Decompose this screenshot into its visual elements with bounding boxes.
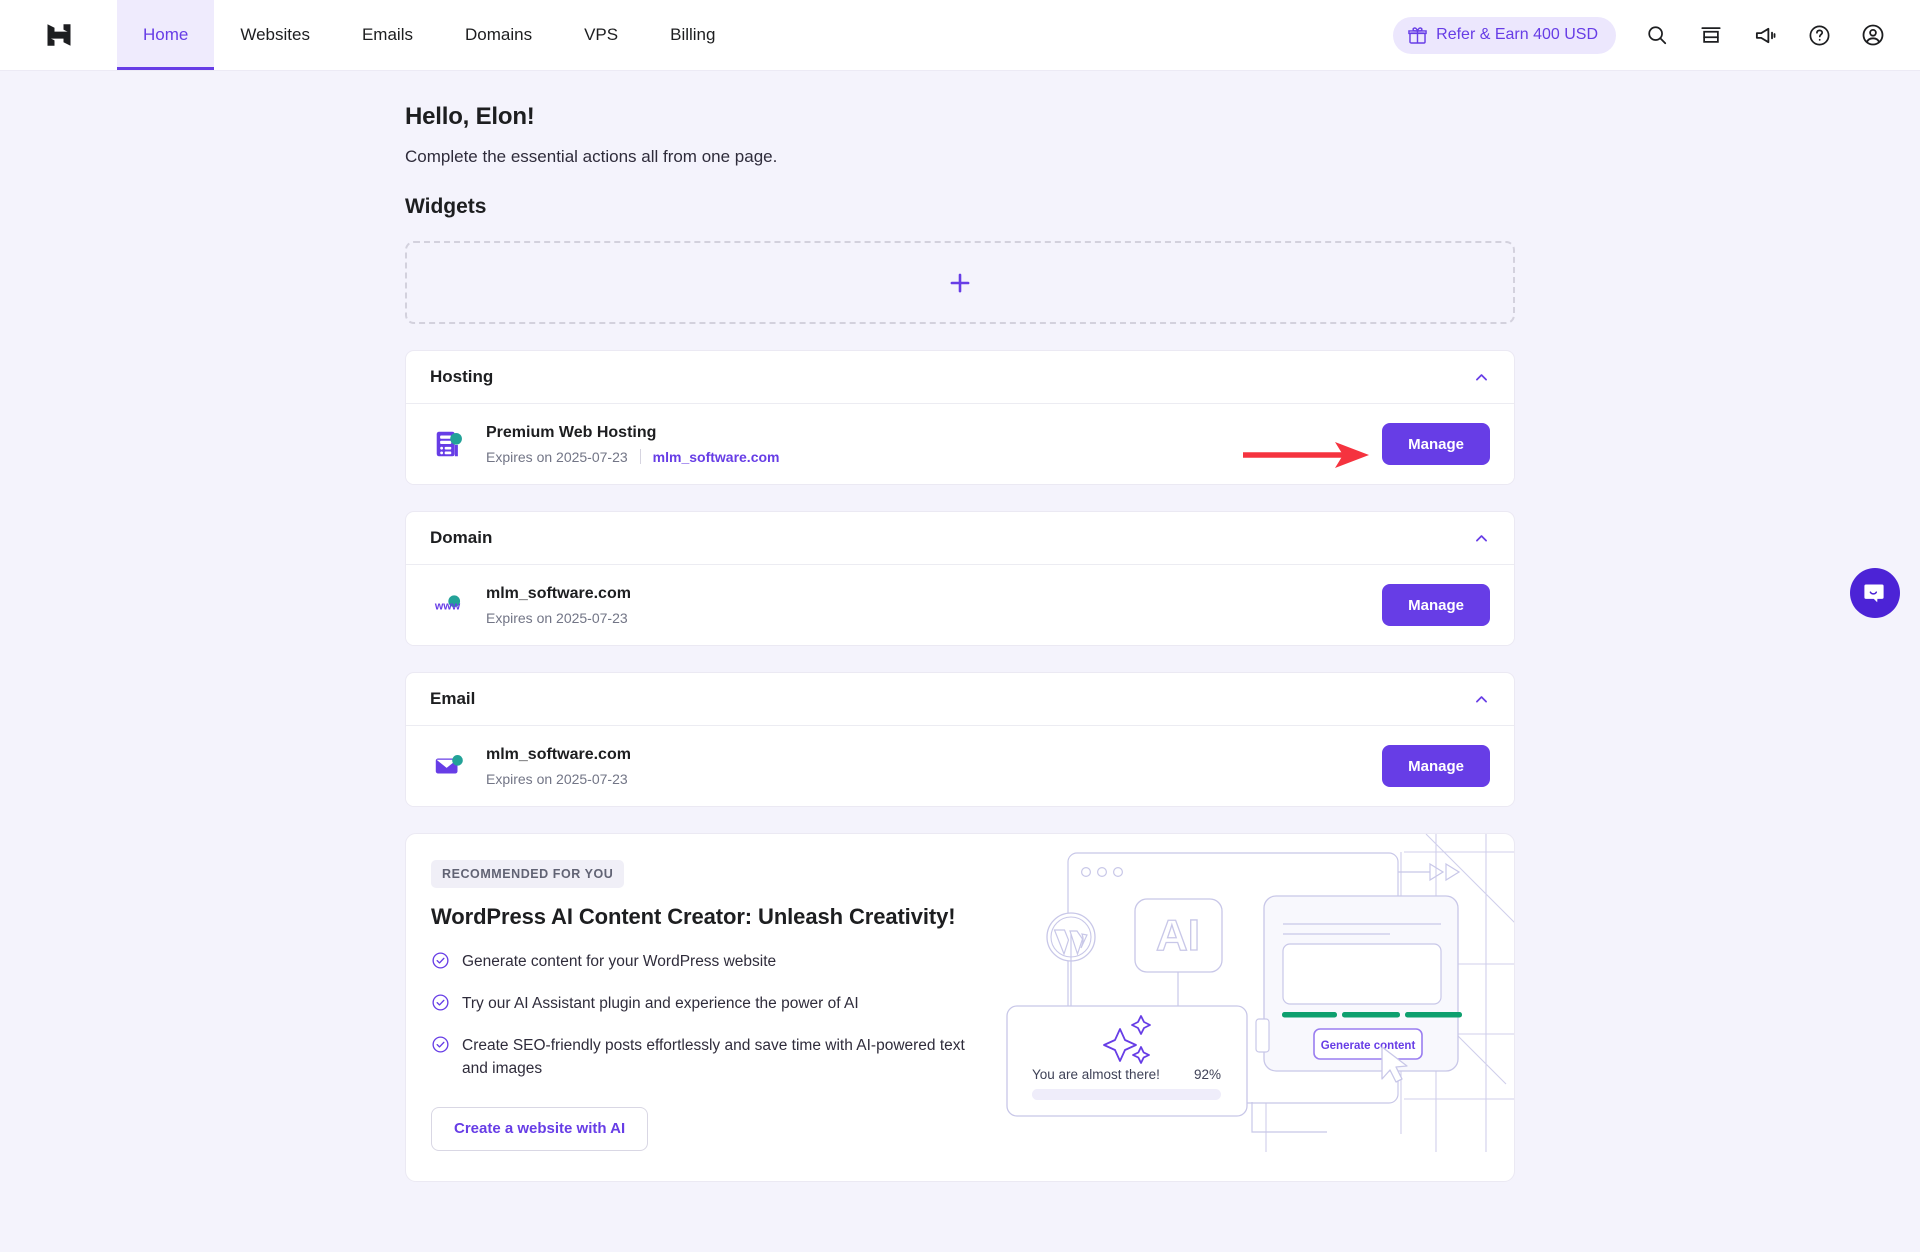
hosting-section-header[interactable]: Hosting — [406, 351, 1514, 404]
progress-percent: 92% — [1194, 1067, 1221, 1082]
hosting-row-text: Premium Web Hosting Expires on 2025-07-2… — [486, 424, 779, 465]
megaphone-icon[interactable] — [1742, 12, 1788, 58]
email-domain-name: mlm_software.com — [486, 745, 631, 763]
email-row-text: mlm_software.com Expires on 2025-07-23 — [486, 746, 631, 787]
domain-row: www mlm_software.com Expires on 2025-07-… — [406, 565, 1514, 645]
expiry-date: Expires on 2025-07-23 — [486, 448, 628, 465]
nav-item-domains[interactable]: Domains — [439, 0, 558, 70]
chevron-up-icon[interactable] — [1473, 691, 1490, 708]
refer-label: Refer & Earn 400 USD — [1436, 26, 1598, 43]
domain-section-card: Domain www mlm_software.com Expires on 2… — [405, 511, 1515, 646]
store-icon[interactable] — [1688, 12, 1734, 58]
email-section-card: Email mlm_software.com Expires on 2025-0… — [405, 672, 1515, 807]
domain-section-header[interactable]: Domain — [406, 512, 1514, 565]
ai-illustration-svg: AI You are almost there! 92% Generate co… — [1006, 834, 1514, 1152]
widgets-heading: Widgets — [405, 195, 487, 218]
list-item: Generate content for your WordPress webs… — [431, 950, 1006, 975]
envelope-icon — [430, 747, 468, 785]
chevron-up-icon[interactable] — [1473, 369, 1490, 386]
hostinger-logo[interactable] — [0, 0, 117, 70]
www-icon: www — [430, 586, 468, 624]
main-nav: Home Websites Emails Domains VPS Billing — [117, 0, 741, 70]
ai-illustration: AI You are almost there! 92% Generate co… — [1006, 834, 1514, 1181]
separator — [639, 449, 641, 464]
nav-label: Home — [143, 25, 189, 44]
email-section-header[interactable]: Email — [406, 673, 1514, 726]
create-website-with-ai-button[interactable]: Create a website with AI — [431, 1106, 649, 1151]
list-item: Create SEO-friendly posts effortlessly a… — [431, 1034, 1006, 1081]
manage-domain-button[interactable]: Manage — [1382, 584, 1490, 626]
domain-row-text: mlm_software.com Expires on 2025-07-23 — [486, 585, 631, 626]
nav-label: Websites — [240, 25, 310, 44]
section-title: Domain — [430, 528, 493, 547]
page-body: Hello, Elon! Complete the essential acti… — [0, 71, 1920, 1182]
intercom-chat-launcher[interactable] — [1850, 568, 1900, 618]
domain-name: mlm_software.com — [486, 584, 631, 602]
hostinger-h-icon — [47, 24, 70, 46]
section-title: Hosting — [430, 367, 494, 386]
svg-text:www: www — [434, 601, 461, 613]
refer-and-earn-button[interactable]: Refer & Earn 400 USD — [1393, 16, 1616, 54]
hosting-section-card: Hosting Premium Web Hosting Expires on 2… — [405, 350, 1515, 485]
email-meta: Expires on 2025-07-23 — [486, 771, 631, 787]
nav-item-vps[interactable]: VPS — [558, 0, 644, 70]
recommended-bullets: Generate content for your WordPress webs… — [431, 950, 1006, 1081]
status-badge: RECOMMENDED FOR YOU — [431, 860, 625, 888]
expiry-date: Expires on 2025-07-23 — [486, 609, 628, 626]
email-row: mlm_software.com Expires on 2025-07-23 M… — [406, 726, 1514, 806]
nav-label: VPS — [584, 25, 619, 44]
search-icon[interactable] — [1634, 12, 1680, 58]
generate-content-label: Generate content — [1321, 1040, 1416, 1052]
recommended-card: RECOMMENDED FOR YOU WordPress AI Content… — [405, 833, 1515, 1182]
page-subtitle: Complete the essential actions all from … — [405, 147, 778, 166]
check-circle-icon — [431, 951, 450, 975]
nav-item-home[interactable]: Home — [117, 0, 215, 70]
bullet-text: Create SEO-friendly posts effortlessly a… — [462, 1037, 965, 1078]
nav-label: Domains — [464, 25, 533, 44]
bullet-text: Try our AI Assistant plugin and experien… — [462, 995, 859, 1012]
check-circle-icon — [431, 993, 450, 1017]
content-column: Hello, Elon! Complete the essential acti… — [405, 103, 1515, 1182]
plan-name: Premium Web Hosting — [486, 423, 657, 441]
gift-icon — [1408, 26, 1427, 44]
plan-domain-link[interactable]: mlm_software.com — [653, 449, 780, 465]
chevron-up-icon[interactable] — [1473, 530, 1490, 547]
add-widget-dropzone[interactable] — [405, 241, 1515, 324]
top-navigation-bar: Home Websites Emails Domains VPS Billing… — [0, 0, 1920, 71]
manage-hosting-button[interactable]: Manage — [1382, 423, 1490, 465]
progress-label: You are almost there! — [1032, 1067, 1160, 1082]
recommended-left: RECOMMENDED FOR YOU WordPress AI Content… — [406, 834, 1006, 1181]
section-title: Email — [430, 689, 476, 708]
recommended-title: WordPress AI Content Creator: Unleash Cr… — [431, 904, 956, 929]
chat-bubble-icon — [1864, 584, 1884, 603]
nav-label: Emails — [361, 25, 413, 44]
list-item: Try our AI Assistant plugin and experien… — [431, 992, 1006, 1017]
bullet-text: Generate content for your WordPress webs… — [462, 953, 777, 970]
greeting-block: Hello, Elon! Complete the essential acti… — [405, 103, 1515, 219]
nav-label: Billing — [670, 25, 716, 44]
hosting-row: Premium Web Hosting Expires on 2025-07-2… — [406, 404, 1514, 484]
nav-item-billing[interactable]: Billing — [644, 0, 741, 70]
nav-item-emails[interactable]: Emails — [336, 0, 439, 70]
help-icon[interactable] — [1796, 12, 1842, 58]
account-icon[interactable] — [1850, 12, 1896, 58]
manage-email-button[interactable]: Manage — [1382, 745, 1490, 787]
ai-label: AI — [1156, 911, 1200, 960]
check-circle-icon — [431, 1035, 450, 1059]
expiry-date: Expires on 2025-07-23 — [486, 770, 628, 787]
header-actions: Refer & Earn 400 USD — [1393, 0, 1920, 70]
page-title: Hello, Elon! — [405, 103, 535, 130]
plan-meta: Expires on 2025-07-23 mlm_software.com — [486, 449, 779, 465]
plus-icon — [950, 273, 970, 292]
domain-meta: Expires on 2025-07-23 — [486, 610, 631, 626]
server-icon — [430, 425, 468, 463]
nav-item-websites[interactable]: Websites — [214, 0, 336, 70]
